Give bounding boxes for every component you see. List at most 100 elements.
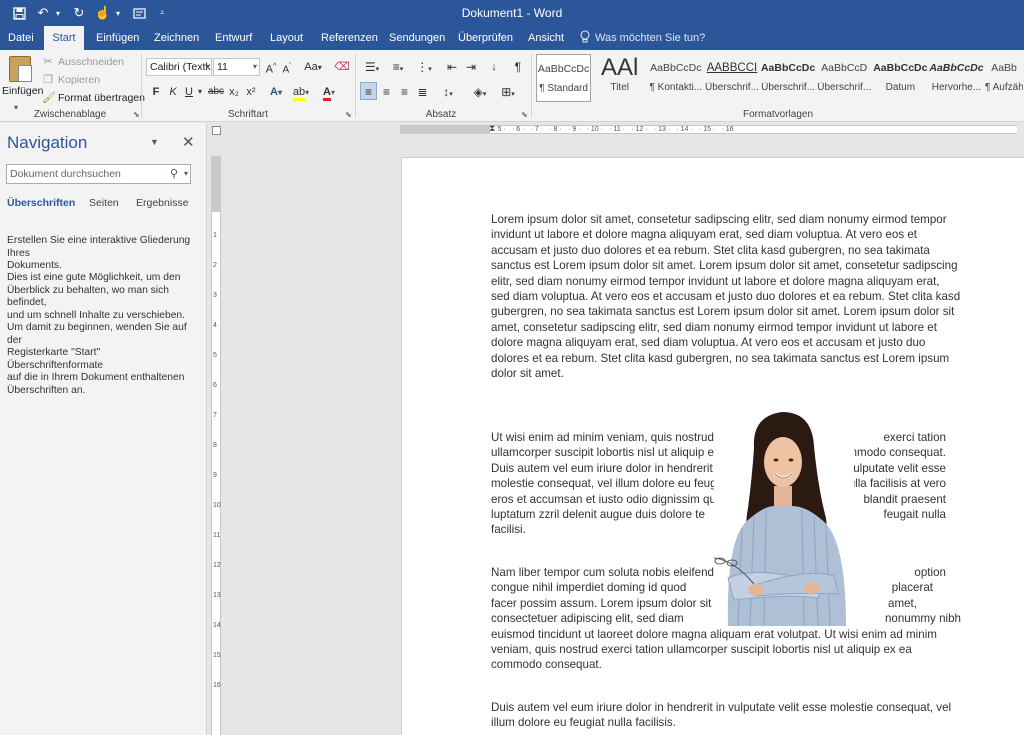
change-case-button[interactable]: Aa▾: [302, 58, 324, 76]
font-launcher-icon[interactable]: ⬊: [345, 110, 352, 119]
tab-ueberpruefen[interactable]: Überprüfen: [451, 26, 520, 50]
clipboard-launcher-icon[interactable]: ⬊: [133, 110, 140, 119]
tell-me-search[interactable]: Was möchten Sie tun?: [580, 30, 705, 46]
tab-ansicht[interactable]: Ansicht: [521, 26, 571, 50]
chevron-down-icon[interactable]: ▾: [184, 165, 188, 183]
search-icon[interactable]: ⚲: [170, 165, 178, 183]
paste-button[interactable]: Einfügen: [2, 54, 43, 106]
tab-sendungen[interactable]: Sendungen: [382, 26, 452, 50]
tab-einfuegen[interactable]: Einfügen: [89, 26, 146, 50]
style-ueberschrift-2[interactable]: AaBbCcDc Überschrif...: [761, 54, 816, 102]
nav-help-line: Dies ist eine gute Möglichkeit, um den: [7, 272, 181, 283]
ruler-number: 11: [213, 532, 221, 539]
multilevel-list-icon[interactable]: ⋮▾: [413, 58, 435, 76]
bold-button[interactable]: F: [150, 83, 162, 101]
text-line: amet, consetetur sadipscing elitr, sed d…: [491, 320, 937, 334]
style-ueberschrift-3[interactable]: AaBbCcD Überschrif...: [817, 54, 872, 102]
search-placeholder: Dokument durchsuchen: [10, 168, 121, 180]
ruler-left-margin: [400, 126, 490, 134]
navigation-pane: Navigation ▼ ✕ Dokument durchsuchen ⚲ ▾ …: [0, 123, 207, 735]
pane-options-icon[interactable]: ▼: [150, 137, 159, 147]
window-title: Dokument1 - Word: [0, 6, 1024, 20]
copy-button[interactable]: ❐ Kopieren: [42, 73, 100, 87]
clear-formatting-icon[interactable]: ⌫: [334, 58, 350, 76]
style-aufzaehlung[interactable]: AaBb ¶ Aufzäh: [985, 54, 1023, 102]
indent-marker-icon[interactable]: ⧗: [489, 123, 495, 134]
shrink-font-button[interactable]: Aˇ: [280, 58, 294, 76]
ruler-number: 2: [213, 262, 217, 269]
vertical-ruler[interactable]: 1 2 3 4 5 6 7 8 9 10 11 12 13 14 15 16: [211, 156, 221, 735]
tab-referenzen[interactable]: Referenzen: [314, 26, 385, 50]
text-effects-icon[interactable]: A▾: [266, 83, 286, 101]
style-kontakt[interactable]: AaBbCcDc ¶ Kontakti...: [648, 54, 703, 102]
font-color-label: A: [323, 86, 331, 101]
decrease-indent-icon[interactable]: ⇤: [444, 58, 460, 76]
superscript-button[interactable]: x²: [244, 83, 258, 101]
tab-datei[interactable]: Datei: [1, 26, 41, 50]
nav-tab-results[interactable]: Ergebnisse: [136, 197, 189, 209]
ruler-number: 8: [213, 442, 217, 449]
tab-zeichnen[interactable]: Zeichnen: [147, 26, 206, 50]
nav-tab-pages[interactable]: Seiten: [89, 197, 119, 209]
highlight-icon[interactable]: ab▾: [291, 83, 311, 101]
style-titel[interactable]: AAl Titel: [592, 54, 647, 102]
paragraph-4[interactable]: Duis autem vel eum iriure dolor in hendr…: [491, 700, 961, 731]
style-ueberschrift-1[interactable]: AABBCCI Überschrif...: [704, 54, 759, 102]
subscript-button[interactable]: x₂: [227, 83, 241, 101]
paragraph-1[interactable]: Lorem ipsum dolor sit amet, consetetur s…: [491, 212, 961, 381]
inline-photo[interactable]: [714, 408, 854, 626]
style-datum[interactable]: AaBbCcDc Datum: [873, 54, 928, 102]
bullets-icon[interactable]: ☰▾: [361, 58, 383, 76]
align-right-icon[interactable]: ≡: [396, 83, 413, 101]
line-spacing-icon[interactable]: ↕▾: [437, 83, 459, 101]
text-line: commodo consequat.: [491, 658, 602, 672]
ruler-number: 1: [213, 232, 217, 239]
underline-dropdown-icon[interactable]: ▾: [196, 83, 204, 101]
paragraph-launcher-icon[interactable]: ⬊: [521, 110, 528, 119]
ruler-number: 4: [213, 322, 217, 329]
borders-icon[interactable]: ⊞▾: [496, 83, 520, 101]
font-color-button[interactable]: A▾: [318, 83, 340, 101]
text-line: dolore magna aliquyam erat, sed diam vol…: [491, 336, 926, 350]
nav-help-line: Erstellen Sie eine interaktive Gliederun…: [7, 235, 191, 259]
scissors-icon: ✂: [43, 56, 53, 68]
close-icon[interactable]: ✕: [182, 133, 195, 151]
ruler-top-margin: [212, 156, 220, 212]
grow-font-button[interactable]: A^: [264, 58, 278, 76]
style-sample: AaBbCcDc: [760, 62, 816, 74]
shading-icon[interactable]: ◈▾: [468, 83, 492, 101]
text-line: illum dolore eu feugiat nulla facilisis.: [491, 716, 676, 730]
tab-layout[interactable]: Layout: [263, 26, 310, 50]
style-hervorhebung[interactable]: AaBbCcDc Hervorhe...: [929, 54, 984, 102]
format-painter-button[interactable]: 🖌 Format übertragen: [42, 91, 145, 105]
sort-icon[interactable]: ↓: [486, 58, 502, 76]
strikethrough-button[interactable]: abc: [207, 83, 225, 101]
justify-icon[interactable]: ≣: [414, 83, 431, 101]
font-size-select[interactable]: 11 ▾: [213, 58, 260, 76]
style-name: Überschrif...: [817, 82, 872, 93]
nav-tab-headings[interactable]: Überschriften: [7, 197, 75, 209]
show-formatting-icon[interactable]: ¶: [511, 58, 525, 76]
increase-indent-icon[interactable]: ⇥: [463, 58, 479, 76]
numbering-icon[interactable]: ≡▾: [387, 58, 409, 76]
underline-button[interactable]: U: [183, 83, 195, 101]
font-family-select[interactable]: Calibri (Textk ▾: [146, 58, 212, 76]
style-sample: AaBbCcD: [821, 62, 868, 74]
copy-icon: ❐: [43, 74, 53, 86]
style-name: Titel: [610, 82, 629, 93]
align-left-icon[interactable]: ≡: [360, 82, 377, 100]
horizontal-ruler[interactable]: · 1 · ˙ · 1 · ˙ · 2 · ˙ · 3 · ˙ · 4 · ˙ …: [207, 123, 1024, 135]
text-right: nulla facilisis at vero: [842, 477, 946, 491]
cut-button[interactable]: ✂ Ausschneiden: [42, 55, 124, 69]
navigation-search-input[interactable]: Dokument durchsuchen ⚲ ▾: [6, 164, 191, 184]
title-bar: ↶ ▾ ↻ ☝ ▾ ⩡ Dokument1 - Word: [0, 0, 1024, 26]
text-left: luptatum zzril delenit augue duis dolore…: [491, 508, 705, 522]
paintbrush-icon: 🖌: [42, 92, 56, 104]
tab-start[interactable]: Start: [44, 26, 84, 50]
text-right: feugait nulla: [883, 508, 946, 522]
align-center-icon[interactable]: ≡: [378, 83, 395, 101]
tab-entwurf[interactable]: Entwurf: [208, 26, 259, 50]
italic-button[interactable]: K: [167, 83, 179, 101]
style-standard[interactable]: AaBbCcDc ¶ Standard: [536, 54, 592, 102]
tab-selector[interactable]: [212, 126, 221, 135]
